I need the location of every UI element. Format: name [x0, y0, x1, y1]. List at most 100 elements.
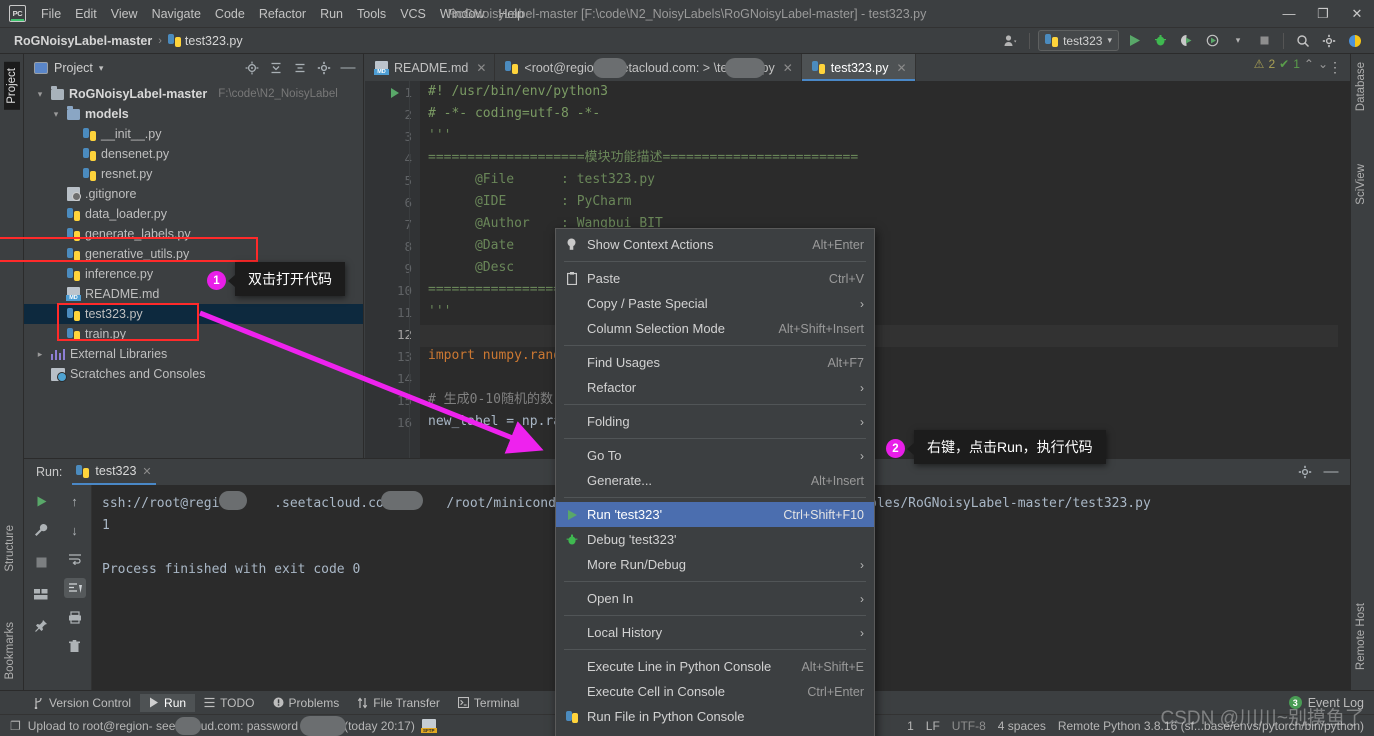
- close-icon[interactable]: ✕: [142, 465, 151, 478]
- gear-icon[interactable]: [1294, 462, 1316, 482]
- sidebar-item-sciview[interactable]: SciView: [1355, 164, 1367, 205]
- close-icon[interactable]: ✕: [896, 61, 906, 75]
- context-menu-item-copy-paste-special[interactable]: Copy / Paste Special ›: [556, 291, 874, 316]
- event-log-area[interactable]: 3 Event Log: [1288, 696, 1374, 710]
- editor-tab-2[interactable]: test323.py ✕: [801, 54, 916, 81]
- hide-panel-icon[interactable]: —: [1320, 462, 1342, 482]
- tree-item-scratches-and-consoles[interactable]: Scratches and Consoles: [24, 364, 363, 384]
- context-menu-item-debug-test323-[interactable]: Debug 'test323': [556, 527, 874, 552]
- layout-icon[interactable]: [30, 584, 52, 604]
- run-configuration-selector[interactable]: test323 ▾: [1038, 30, 1119, 51]
- indentation[interactable]: 4 spaces: [998, 719, 1046, 733]
- context-menu-item-run-test323-[interactable]: Run 'test323' Ctrl+Shift+F10: [556, 502, 874, 527]
- context-menu-item-open-in[interactable]: Open In ›: [556, 586, 874, 611]
- line-separator[interactable]: LF: [926, 719, 940, 733]
- editor-gutter[interactable]: 12345678910111213141516: [365, 81, 420, 505]
- tool-window-run[interactable]: Run: [140, 693, 196, 712]
- sidebar-item-remote-host[interactable]: Remote Host: [1355, 603, 1367, 670]
- tool-window-problems[interactable]: Problems: [264, 694, 349, 712]
- locate-file-icon[interactable]: [241, 58, 263, 78]
- hide-panel-icon[interactable]: —: [337, 58, 359, 78]
- tree-item-external-libraries[interactable]: ▸ External Libraries: [24, 344, 363, 364]
- tool-window-file-transfer[interactable]: File Transfer: [348, 694, 449, 712]
- sidebar-item-project[interactable]: Project: [4, 62, 20, 110]
- menu-edit[interactable]: Edit: [68, 4, 104, 24]
- context-menu-item-folding[interactable]: Folding ›: [556, 409, 874, 434]
- context-menu-item-execute-cell-in-console[interactable]: Execute Cell in Console Ctrl+Enter: [556, 679, 874, 704]
- tree-item-generative-utils-py[interactable]: generative_utils.py: [24, 244, 363, 264]
- up-arrow-icon[interactable]: ↑: [64, 491, 86, 511]
- menu-refactor[interactable]: Refactor: [252, 4, 313, 24]
- coverage-icon[interactable]: [1175, 31, 1197, 51]
- context-menu-item-find-usages[interactable]: Find Usages Alt+F7: [556, 350, 874, 375]
- menu-run[interactable]: Run: [313, 4, 350, 24]
- pin-icon[interactable]: [30, 616, 52, 636]
- context-menu-item-refactor[interactable]: Refactor ›: [556, 375, 874, 400]
- chevron-down-icon[interactable]: ▾: [34, 89, 46, 100]
- close-icon[interactable]: ✕: [783, 61, 793, 75]
- sftp-icon[interactable]: [420, 718, 437, 733]
- tool-window-todo[interactable]: TODO: [195, 694, 263, 712]
- close-button[interactable]: ✕: [1340, 0, 1374, 27]
- menu-view[interactable]: View: [104, 4, 145, 24]
- breadcrumb-file[interactable]: test323.py: [167, 34, 243, 48]
- trash-icon[interactable]: [64, 636, 86, 656]
- scroll-to-end-icon[interactable]: [63, 578, 86, 598]
- profile-icon[interactable]: [999, 31, 1021, 51]
- maximize-button[interactable]: ❐: [1306, 0, 1340, 27]
- down-arrow-icon[interactable]: ↓: [64, 520, 86, 540]
- run-tab[interactable]: test323 ✕: [72, 460, 156, 485]
- tree-item--init-py[interactable]: __init__.py: [24, 124, 363, 144]
- gear-icon[interactable]: [1318, 31, 1340, 51]
- context-menu-item-go-to[interactable]: Go To ›: [556, 443, 874, 468]
- menu-help[interactable]: Help: [491, 4, 531, 24]
- file-encoding[interactable]: UTF-8: [952, 719, 986, 733]
- tool-window-terminal[interactable]: Terminal: [449, 694, 528, 712]
- menu-tools[interactable]: Tools: [350, 4, 393, 24]
- upload-status-text[interactable]: Upload to root@region- seetacloud.com: p…: [28, 719, 415, 733]
- expand-icon[interactable]: [289, 58, 311, 78]
- event-log-label[interactable]: Event Log: [1308, 696, 1364, 710]
- editor-context-menu[interactable]: Show Context Actions Alt+Enter Paste Ctrl+V…: [555, 228, 875, 736]
- tree-item-generate-labels-py[interactable]: generate_labels.py: [24, 224, 363, 244]
- chevron-down-icon[interactable]: ▾: [99, 63, 104, 74]
- tree-item-test323-py[interactable]: test323.py: [24, 304, 363, 324]
- run-icon[interactable]: [1123, 31, 1145, 51]
- menu-code[interactable]: Code: [208, 4, 252, 24]
- chevron-right-icon[interactable]: ▸: [34, 349, 46, 360]
- tree-item-resnet-py[interactable]: resnet.py: [24, 164, 363, 184]
- context-menu-item-column-selection-mode[interactable]: Column Selection Mode Alt+Shift+Insert: [556, 316, 874, 341]
- menu-vcs[interactable]: VCS: [393, 4, 433, 24]
- context-menu-item-show-context-actions[interactable]: Show Context Actions Alt+Enter: [556, 232, 874, 257]
- sidebar-item-bookmarks[interactable]: Bookmarks: [4, 622, 16, 680]
- sidebar-item-structure[interactable]: Structure: [4, 525, 16, 572]
- stop-icon[interactable]: [30, 552, 52, 572]
- sidebar-item-database[interactable]: Database: [1355, 62, 1367, 111]
- tree-item-densenet-py[interactable]: densenet.py: [24, 144, 363, 164]
- context-menu-item-local-history[interactable]: Local History ›: [556, 620, 874, 645]
- stop-icon[interactable]: [1253, 31, 1275, 51]
- search-icon[interactable]: [1292, 31, 1314, 51]
- ai-assistant-icon[interactable]: [1344, 31, 1366, 51]
- tree-item-rognoisylabel-master[interactable]: ▾ RoGNoisyLabel-master F:\code\N2_NoisyLab…: [24, 84, 363, 104]
- tree-item-train-py[interactable]: train.py: [24, 324, 363, 344]
- context-menu-item-execute-line-in-python-console[interactable]: Execute Line in Python Console Alt+Shift+…: [556, 654, 874, 679]
- tool-window-version-control[interactable]: Version Control: [24, 694, 140, 712]
- gear-icon[interactable]: [313, 58, 335, 78]
- menu-navigate[interactable]: Navigate: [145, 4, 208, 24]
- python-interpreter[interactable]: Remote Python 3.8.16 (sf...base/envs/pyt…: [1058, 719, 1364, 733]
- collapse-all-icon[interactable]: [265, 58, 287, 78]
- tree-item-models[interactable]: ▾ models: [24, 104, 363, 124]
- context-menu-item-compare-with-clipboard[interactable]: Compare with Clipboard: [556, 729, 874, 736]
- gutter-run-icon[interactable]: [391, 88, 399, 98]
- breadcrumb-project[interactable]: RoGNoisyLabel-master: [14, 34, 152, 48]
- menu-window[interactable]: Window: [433, 4, 491, 24]
- context-menu-item-generate-[interactable]: Generate... Alt+Insert: [556, 468, 874, 493]
- profiler-icon[interactable]: [1201, 31, 1223, 51]
- debug-icon[interactable]: [1149, 31, 1171, 51]
- minimize-button[interactable]: —: [1272, 0, 1306, 27]
- context-menu-item-paste[interactable]: Paste Ctrl+V: [556, 266, 874, 291]
- editor-scrollbar[interactable]: [1338, 81, 1350, 505]
- settings-wrench-icon[interactable]: [30, 520, 52, 540]
- editor-tab-0[interactable]: README.md ✕: [365, 54, 496, 81]
